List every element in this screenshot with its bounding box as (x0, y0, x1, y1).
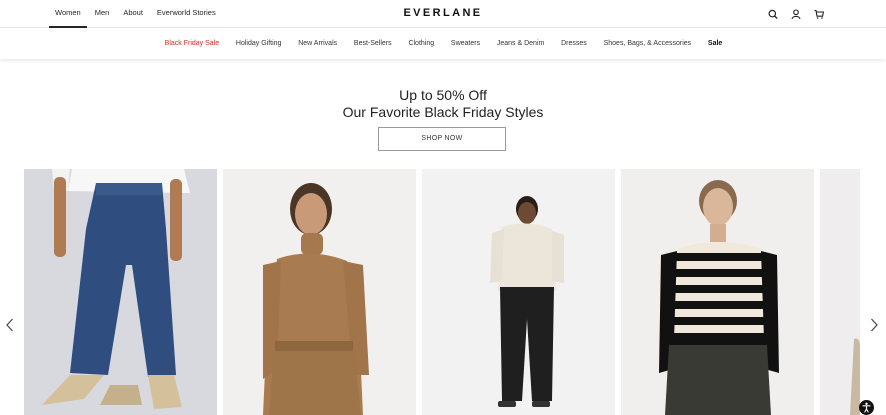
product-card-partial[interactable] (820, 169, 860, 415)
chevron-right-icon[interactable] (869, 318, 879, 332)
category-nav: Black Friday Sale Holiday Gifting New Ar… (0, 28, 886, 59)
brand-logo[interactable]: EVERLANE (0, 7, 886, 19)
model-in-blue-jeans-image (24, 169, 217, 415)
chevron-left-icon[interactable] (5, 318, 15, 332)
category-sweaters[interactable]: Sweaters (451, 40, 480, 47)
hero-headline: Up to 50% Off (399, 87, 487, 103)
product-card-striped-sweater[interactable] (621, 169, 814, 415)
top-bar: Women Men About Everworld Stories EVERLA… (0, 0, 886, 28)
category-jeans-denim[interactable]: Jeans & Denim (497, 40, 544, 47)
category-holiday-gifting[interactable]: Holiday Gifting (236, 40, 282, 47)
product-card-turtleneck[interactable] (223, 169, 416, 415)
category-clothing[interactable]: Clothing (408, 40, 434, 47)
category-dresses[interactable]: Dresses (561, 40, 587, 47)
category-new-arrivals[interactable]: New Arrivals (298, 40, 337, 47)
partial-product-image (820, 169, 860, 415)
model-in-camel-turtleneck-image (223, 169, 416, 415)
category-bar: Black Friday Sale Holiday Gifting New Ar… (0, 28, 886, 59)
accessibility-icon[interactable] (859, 400, 874, 415)
cart-icon[interactable] (814, 7, 825, 19)
model-in-cream-half-zip-image (422, 169, 615, 415)
category-sale[interactable]: Sale (708, 40, 722, 47)
category-shoes-bags-accessories[interactable]: Shoes, Bags, & Accessories (604, 40, 692, 47)
hero-subheadline: Our Favorite Black Friday Styles (342, 104, 544, 120)
category-black-friday-sale[interactable]: Black Friday Sale (165, 40, 219, 47)
user-icon[interactable] (791, 7, 801, 20)
product-card-jeans[interactable] (24, 169, 217, 415)
search-icon[interactable] (768, 7, 778, 20)
category-best-sellers[interactable]: Best-Sellers (354, 40, 392, 47)
product-card-half-zip[interactable] (422, 169, 615, 415)
header-icons (768, 7, 825, 20)
model-in-striped-sweater-image (621, 169, 814, 415)
shop-now-button[interactable]: SHOP NOW (378, 127, 506, 151)
